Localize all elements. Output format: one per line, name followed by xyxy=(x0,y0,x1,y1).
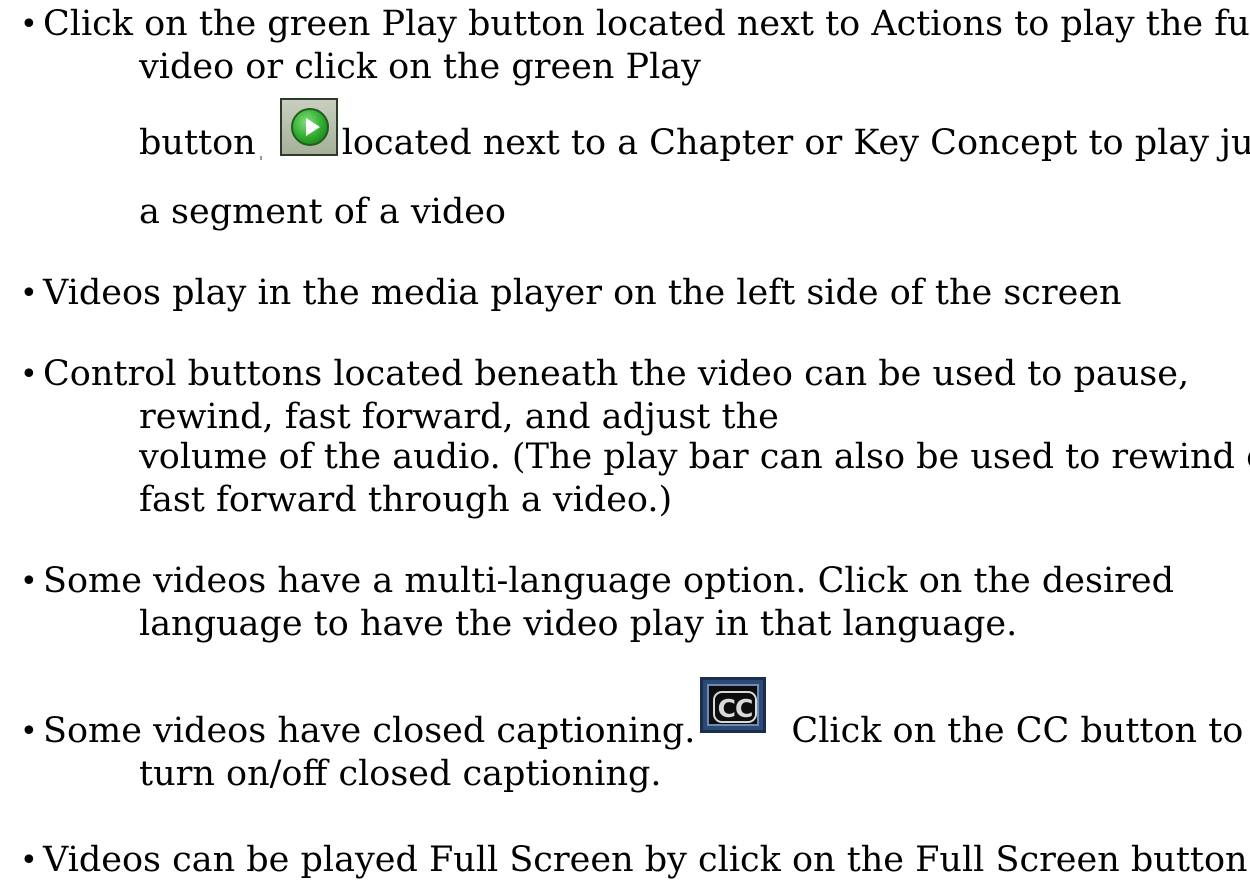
bullet-item-media-player: • Videos play in the media player on the… xyxy=(0,272,1250,315)
bullet-item-closed-captioning: • Some videos have closed captioning. Cli… xyxy=(0,710,1250,796)
bullet-text: located next to a Chapter or Key Concept… xyxy=(341,123,1250,163)
bullet-text: Videos play in the media player on the l… xyxy=(43,273,1122,313)
divider-mark xyxy=(259,156,262,160)
bullet-continuation: button located next to a Chapter or Key C… xyxy=(0,98,1250,163)
bullet-dot: • xyxy=(20,357,38,392)
bullet-text: volume of the audio. (The play bar can a… xyxy=(139,437,1250,477)
bullet-text: Some videos have closed captioning. xyxy=(43,711,696,751)
bullet-text: button xyxy=(139,123,256,163)
bullet-text-with-icon: Some videos have closed captioning. Click… xyxy=(0,710,1250,753)
bullet-dot: • xyxy=(20,276,38,311)
bullet-text: video or click on the green Play xyxy=(139,47,701,87)
bullet-continuation: a segment of a video xyxy=(0,191,1250,234)
bullet-item-control-buttons: • Control buttons located beneath the vi… xyxy=(0,353,1250,522)
bullet-dot: • xyxy=(20,714,38,749)
bullet-text: rewind, fast forward, and adjust the xyxy=(139,397,779,437)
bullet-dot: • xyxy=(20,7,38,42)
bullet-text: Click on the CC button to xyxy=(791,711,1244,751)
bullet-text: Click on the green Play button located n… xyxy=(43,4,1250,44)
bullet-item-play-button: • Click on the green Play button located… xyxy=(0,3,1250,89)
bullet-text-with-icon: button located next to a Chapter or Key C… xyxy=(0,98,1250,163)
bullet-item-multi-language: • Some videos have a multi-language opti… xyxy=(0,560,1250,646)
bullet-text: language to have the video play in that … xyxy=(139,604,1018,644)
bullet-text: Some videos have a multi-language option… xyxy=(43,561,1175,601)
bullet-dot: • xyxy=(20,564,38,599)
bullet-item-full-screen: • Videos can be played Full Screen by cl… xyxy=(0,839,1250,882)
bullet-text: Control buttons located beneath the vide… xyxy=(43,354,1190,394)
bullet-text: Videos can be played Full Screen by clic… xyxy=(43,840,1248,880)
play-button-icon xyxy=(279,98,338,156)
bullet-dot: • xyxy=(20,843,38,878)
bullet-text: fast forward through a video.) xyxy=(139,480,673,520)
bullet-text: a segment of a video xyxy=(139,192,507,232)
bullet-text: turn on/off closed captioning. xyxy=(139,754,662,794)
